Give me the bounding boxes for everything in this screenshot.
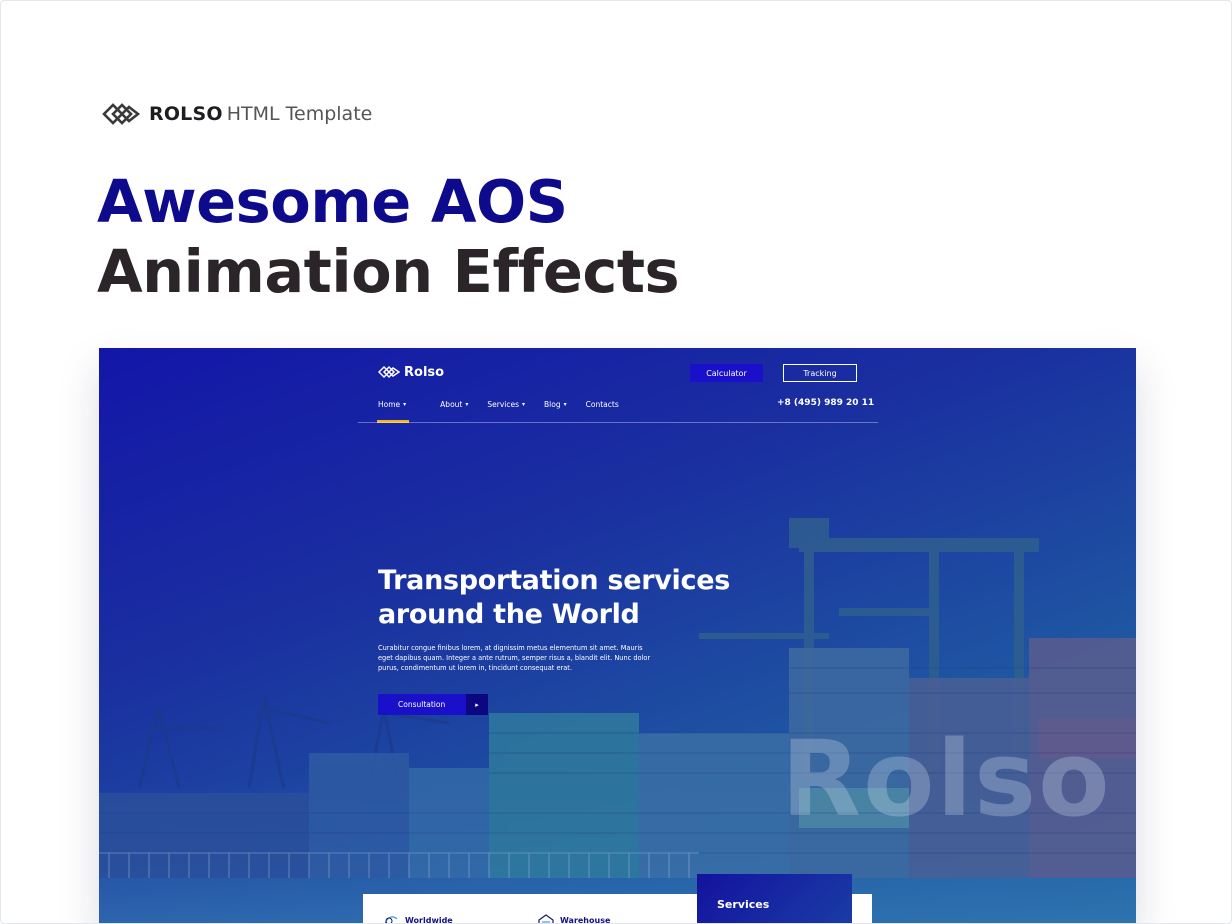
feature-card: Worldwide Warehouse — [363, 894, 698, 924]
nav-item-about[interactable]: About ▾ — [440, 399, 468, 409]
card-edge — [852, 894, 872, 923]
feature-label: Worldwide — [405, 915, 453, 924]
feature-worldwide[interactable]: Worldwide — [383, 914, 453, 924]
chevron-down-icon: ▾ — [522, 400, 526, 408]
preview-logo-text: Rolso — [404, 364, 445, 380]
hero-title: Transportation services around the World — [378, 564, 798, 632]
rolso-logo-icon — [102, 103, 141, 125]
feature-warehouse[interactable]: Warehouse — [538, 914, 611, 924]
headline-line-2: Animation Effects — [97, 237, 680, 306]
website-preview: Rolso Calculator Tracking Home ▾ About ▾… — [99, 348, 1136, 924]
promo-frame: ROLSO HTML Template Awesome AOS Animatio… — [0, 0, 1232, 924]
brand-row: ROLSO HTML Template — [101, 99, 372, 129]
rolso-logo-icon — [378, 365, 400, 379]
nav-item-label: Services — [487, 399, 520, 409]
nav-item-label: Contacts — [585, 399, 619, 409]
chevron-down-icon: ▾ — [563, 400, 567, 408]
globe-icon — [384, 916, 398, 923]
nav-item-services[interactable]: Services ▾ — [487, 399, 525, 409]
brand-suffix: HTML Template — [226, 103, 373, 125]
preview-logo[interactable]: Rolso — [378, 364, 444, 380]
warehouse-icon — [538, 914, 554, 923]
nav-item-label: Blog — [544, 399, 561, 409]
consultation-label: Consultation — [398, 700, 446, 709]
rolso-watermark: Rolso — [781, 718, 1112, 840]
consultation-button[interactable]: Consultation ▸ — [378, 694, 488, 715]
feature-label: Warehouse — [560, 915, 611, 924]
nav-item-label: Home — [378, 399, 401, 409]
preview-main-nav: Home ▾ About ▾ Services ▾ Blog ▾ Contact… — [378, 399, 638, 409]
nav-item-contacts[interactable]: Contacts — [586, 399, 619, 409]
tracking-button[interactable]: Tracking — [783, 364, 857, 382]
hero-description-line-3: purus, condimentum ut lorem in, tincidun… — [378, 664, 572, 672]
services-label: Services — [717, 898, 770, 911]
nav-item-label: About — [440, 399, 463, 409]
header-divider — [358, 422, 878, 423]
arrow-right-icon: ▸ — [466, 694, 488, 715]
hero-title-line-1: Transportation services — [378, 565, 730, 596]
brand-name: ROLSO — [149, 103, 223, 125]
services-panel[interactable]: Services — [697, 874, 852, 923]
calculator-button[interactable]: Calculator — [690, 364, 763, 382]
nav-item-home[interactable]: Home ▾ — [378, 399, 406, 409]
hero-description-line-1: Curabitur congue finibus lorem, at digni… — [378, 644, 643, 652]
chevron-down-icon: ▾ — [403, 400, 407, 408]
hero-description-line-2: eget dapibus quam. Integer a ante rutrum… — [378, 654, 651, 662]
hero-title-line-2: around the World — [378, 599, 640, 630]
headline-line-1: Awesome AOS — [97, 167, 568, 236]
phone-number[interactable]: +8 (495) 989 20 11 — [777, 398, 874, 408]
chevron-down-icon: ▾ — [465, 400, 469, 408]
hero-description: Curabitur congue finibus lorem, at digni… — [378, 643, 653, 673]
promo-headline: Awesome AOS Animation Effects — [97, 167, 680, 307]
nav-item-blog[interactable]: Blog ▾ — [544, 399, 567, 409]
